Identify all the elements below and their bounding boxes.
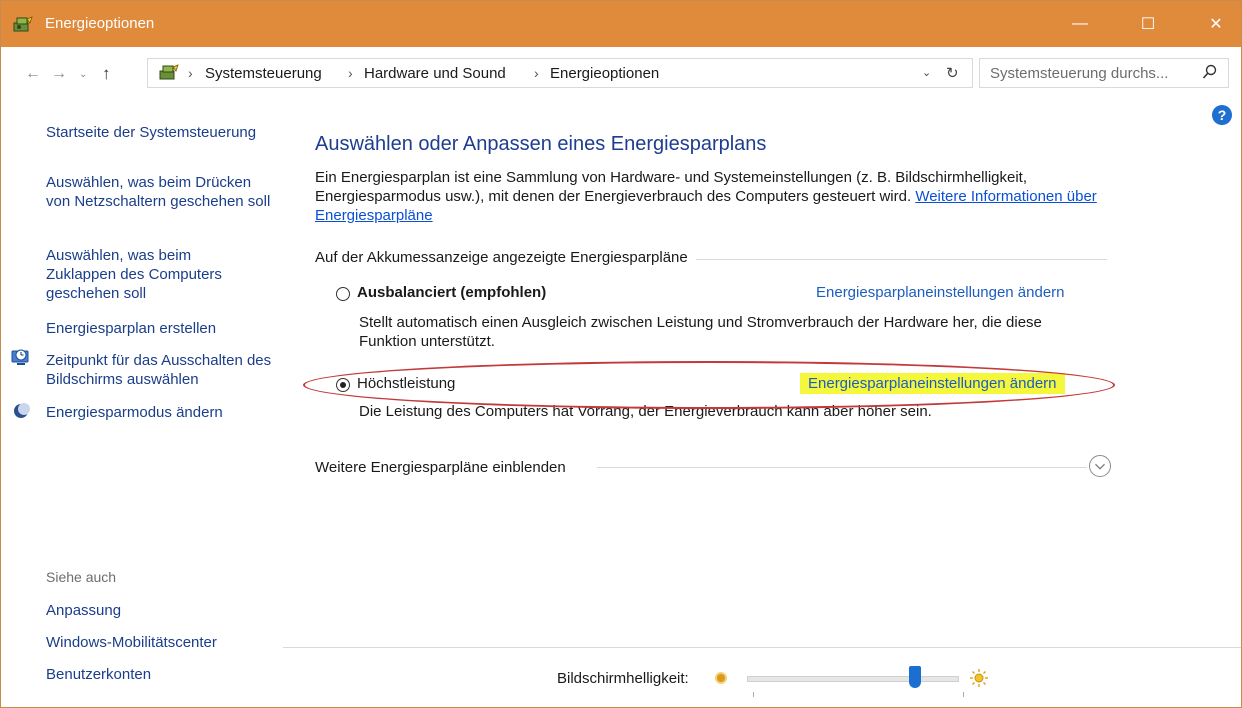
moon-sleep-icon [14,403,30,418]
window: Energieoptionen — ☐ ✕ ← → ⌄ ↑ › Systemst… [0,0,1242,708]
recent-locations-icon[interactable]: ⌄ [79,69,87,80]
see-also-mobilitaetscenter[interactable]: Windows-Mobilitätscenter [46,633,276,652]
title-bar: Energieoptionen — ☐ ✕ [1,1,1241,47]
breadcrumb-hardware-und-sound[interactable]: Hardware und Sound [364,65,506,82]
back-icon[interactable]: ← [25,65,41,83]
plan-radio-ausbalanciert[interactable] [336,287,350,301]
sidebar-link-energiesparplan-erstellen[interactable]: Energiesparplan erstellen [46,319,276,338]
brightness-slider-track[interactable] [747,676,959,682]
navigation-bar: ← → ⌄ ↑ › Systemsteuerung › Hardware und… [1,47,1241,103]
breadcrumb-separator: › [188,65,193,81]
chevron-down-icon[interactable] [1089,455,1111,477]
search-input[interactable]: Systemsteuerung durchs... [979,58,1229,88]
see-also-benutzerkonten[interactable]: Benutzerkonten [46,665,276,684]
breadcrumb-systemsteuerung[interactable]: Systemsteuerung [205,65,322,82]
breadcrumb-separator[interactable]: › [534,65,539,81]
plans-group-title: Auf der Akkumessanzeige angezeigte Energ… [315,249,696,266]
page-description: Ein Energiesparplan ist eine Sammlung vo… [315,168,1115,225]
slider-tick [963,692,964,697]
breadcrumb-energieoptionen[interactable]: Energieoptionen [550,65,659,82]
window-title: Energieoptionen [45,15,155,32]
address-field[interactable]: › Systemsteuerung › Hardware und Sound ›… [147,58,973,88]
page-title: Auswählen oder Anpassen eines Energiespa… [315,133,767,155]
search-placeholder: Systemsteuerung durchs... [990,65,1169,82]
brightness-label: Bildschirmhelligkeit: [557,670,689,687]
sidebar-link-zuklappen[interactable]: Auswählen, was beim Zuklappen des Comput… [46,246,246,303]
forward-icon[interactable]: → [51,65,67,83]
search-icon[interactable] [1202,64,1218,80]
close-button[interactable]: ✕ [1193,1,1239,47]
show-more-plans[interactable]: Weitere Energiesparpläne einblenden [315,459,566,476]
control-panel-icon [159,64,179,80]
brightness-bar: Bildschirmhelligkeit: [283,647,1241,707]
maximize-button[interactable]: ☐ [1125,1,1171,47]
minimize-button[interactable]: — [1057,1,1103,47]
sidebar-link-energiesparmodus[interactable]: Energiesparmodus ändern [46,403,276,422]
display-clock-icon [11,349,29,365]
refresh-icon[interactable]: ↻ [946,64,959,82]
sidebar-link-bildschirm-ausschalten[interactable]: Zeitpunkt für das Ausschalten des Bildsc… [46,351,276,389]
sidebar-link-startseite[interactable]: Startseite der Systemsteuerung [46,123,276,142]
plan-settings-link-ausbalanciert[interactable]: Energiesparplaneinstellungen ändern [816,284,1065,301]
slider-tick [753,692,754,697]
up-icon[interactable]: ↑ [102,64,111,84]
plan-name-ausbalanciert[interactable]: Ausbalanciert (empfohlen) [357,284,546,301]
sidebar-link-netzschalter[interactable]: Auswählen, was beim Drücken von Netzscha… [46,173,274,211]
sidebar: Startseite der Systemsteuerung Auswählen… [1,103,283,707]
address-dropdown-icon[interactable]: ⌄ [922,66,931,79]
see-also-heading: Siehe auch [46,569,117,585]
breadcrumb-separator[interactable]: › [348,65,353,81]
dim-brightness-icon [715,672,727,684]
main-content: Auswählen oder Anpassen eines Energiespa… [283,103,1241,643]
power-options-icon [13,16,33,32]
bright-sun-icon [970,669,988,687]
see-also-anpassung[interactable]: Anpassung [46,601,276,620]
more-plans-divider [597,467,1087,468]
plan-description-ausbalanciert: Stellt automatisch einen Ausgleich zwisc… [359,314,1042,350]
annotation-ellipse [303,361,1115,409]
brightness-slider-thumb[interactable] [909,666,921,688]
